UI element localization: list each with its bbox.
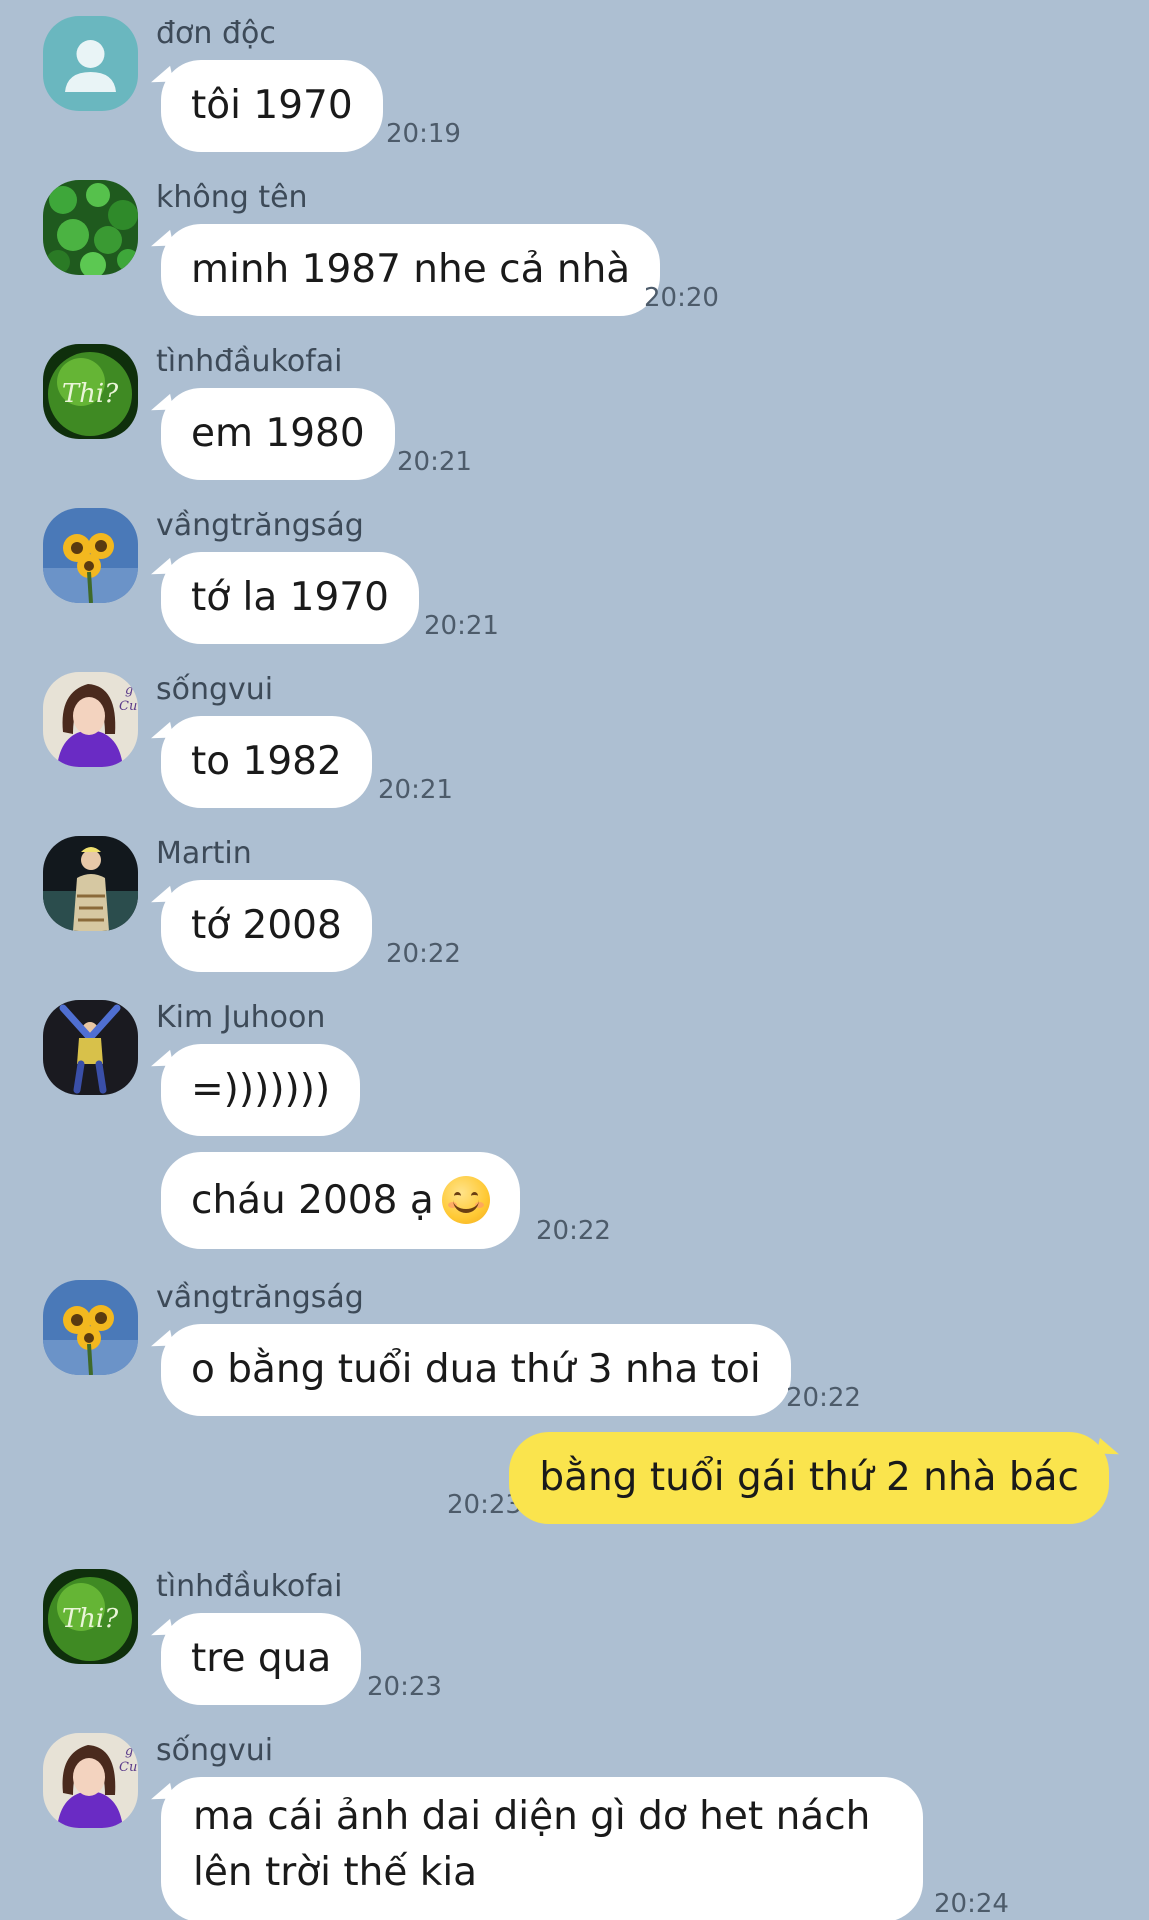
sender-name: sốngvui: [156, 672, 274, 707]
avatar[interactable]: g Cu: [43, 672, 138, 767]
avatar[interactable]: [43, 180, 138, 275]
sunflower-avatar: [43, 1280, 138, 1375]
message-time: 20:21: [397, 447, 472, 477]
avatar[interactable]: Thi?: [43, 344, 138, 439]
message-bubble[interactable]: tre qua: [161, 1613, 362, 1705]
message-bubble[interactable]: tớ 2008: [161, 880, 372, 972]
avatar[interactable]: Thi?: [43, 1569, 138, 1664]
sender-name: sốngvui: [156, 1733, 274, 1768]
message-bubble[interactable]: minh 1987 nhe cả nhà: [161, 224, 661, 316]
sender-name: Kim Juhoon: [156, 1000, 326, 1035]
sender-name: Martin: [156, 836, 252, 871]
message-bubble[interactable]: =))))))): [161, 1044, 361, 1136]
sender-name: vầngtrăngság: [156, 1280, 364, 1315]
message-text: cháu 2008 ạ: [191, 1178, 434, 1223]
message-time: 20:22: [786, 1383, 861, 1413]
avatar[interactable]: [43, 508, 138, 603]
message-bubble[interactable]: tôi 1970: [161, 60, 383, 152]
chat-view: đơn độc tôi 1970 20:19 không tên minh 19…: [0, 0, 1149, 1920]
sunflower-avatar: [43, 508, 138, 603]
message-time: 20:22: [386, 939, 461, 969]
message-time: 20:21: [424, 611, 499, 641]
avatar[interactable]: [43, 1280, 138, 1375]
person-arms-raised-avatar: [43, 1000, 138, 1095]
message-bubble[interactable]: tớ la 1970: [161, 552, 419, 644]
message-time: 20:24: [934, 1889, 1009, 1919]
message-bubble-second[interactable]: cháu 2008 ạ: [161, 1152, 520, 1249]
outgoing-message-bubble[interactable]: bằng tuổi gái thứ 2 nhà bác: [509, 1432, 1109, 1524]
sender-name: vầngtrăngság: [156, 508, 364, 543]
green-plant-avatar: [43, 180, 138, 275]
girl-portrait-avatar: g Cu: [43, 672, 138, 767]
avatar[interactable]: [43, 836, 138, 931]
message-time: 20:21: [378, 775, 453, 805]
person-silhouette-icon: [65, 40, 116, 92]
message-time: 20:22: [536, 1216, 611, 1246]
svg-text:Cu: Cu: [119, 1760, 137, 1775]
message-bubble[interactable]: o bằng tuổi dua thứ 3 nha toi: [161, 1324, 791, 1416]
svg-text:Cu: Cu: [119, 699, 137, 714]
avatar[interactable]: [43, 1000, 138, 1095]
green-apple-avatar: Thi?: [43, 344, 138, 439]
avatar[interactable]: [43, 16, 138, 111]
sender-name: đơn độc: [156, 16, 276, 51]
sender-name: tìnhđầukofai: [156, 1569, 343, 1604]
smiling-face-emoji: [441, 1175, 490, 1224]
svg-text:Thi?: Thi?: [62, 1604, 119, 1634]
message-time: 20:20: [644, 283, 719, 313]
green-apple-avatar: Thi?: [43, 1569, 138, 1664]
message-bubble[interactable]: ma cái ảnh dai diện gì dơ het nách lên t…: [161, 1777, 923, 1920]
avatar[interactable]: g Cu: [43, 1733, 138, 1828]
message-bubble[interactable]: em 1980: [161, 388, 395, 480]
svg-text:Thi?: Thi?: [62, 379, 119, 409]
svg-text:g: g: [125, 1744, 133, 1759]
girl-portrait-avatar: g Cu: [43, 1733, 138, 1828]
message-time: 20:23: [367, 1672, 442, 1702]
message-bubble[interactable]: to 1982: [161, 716, 372, 808]
sender-name: tìnhđầukofai: [156, 344, 343, 379]
person-night-avatar: [43, 836, 138, 931]
message-time: 20:19: [386, 119, 461, 149]
svg-text:g: g: [125, 683, 133, 698]
sender-name: không tên: [156, 180, 308, 215]
